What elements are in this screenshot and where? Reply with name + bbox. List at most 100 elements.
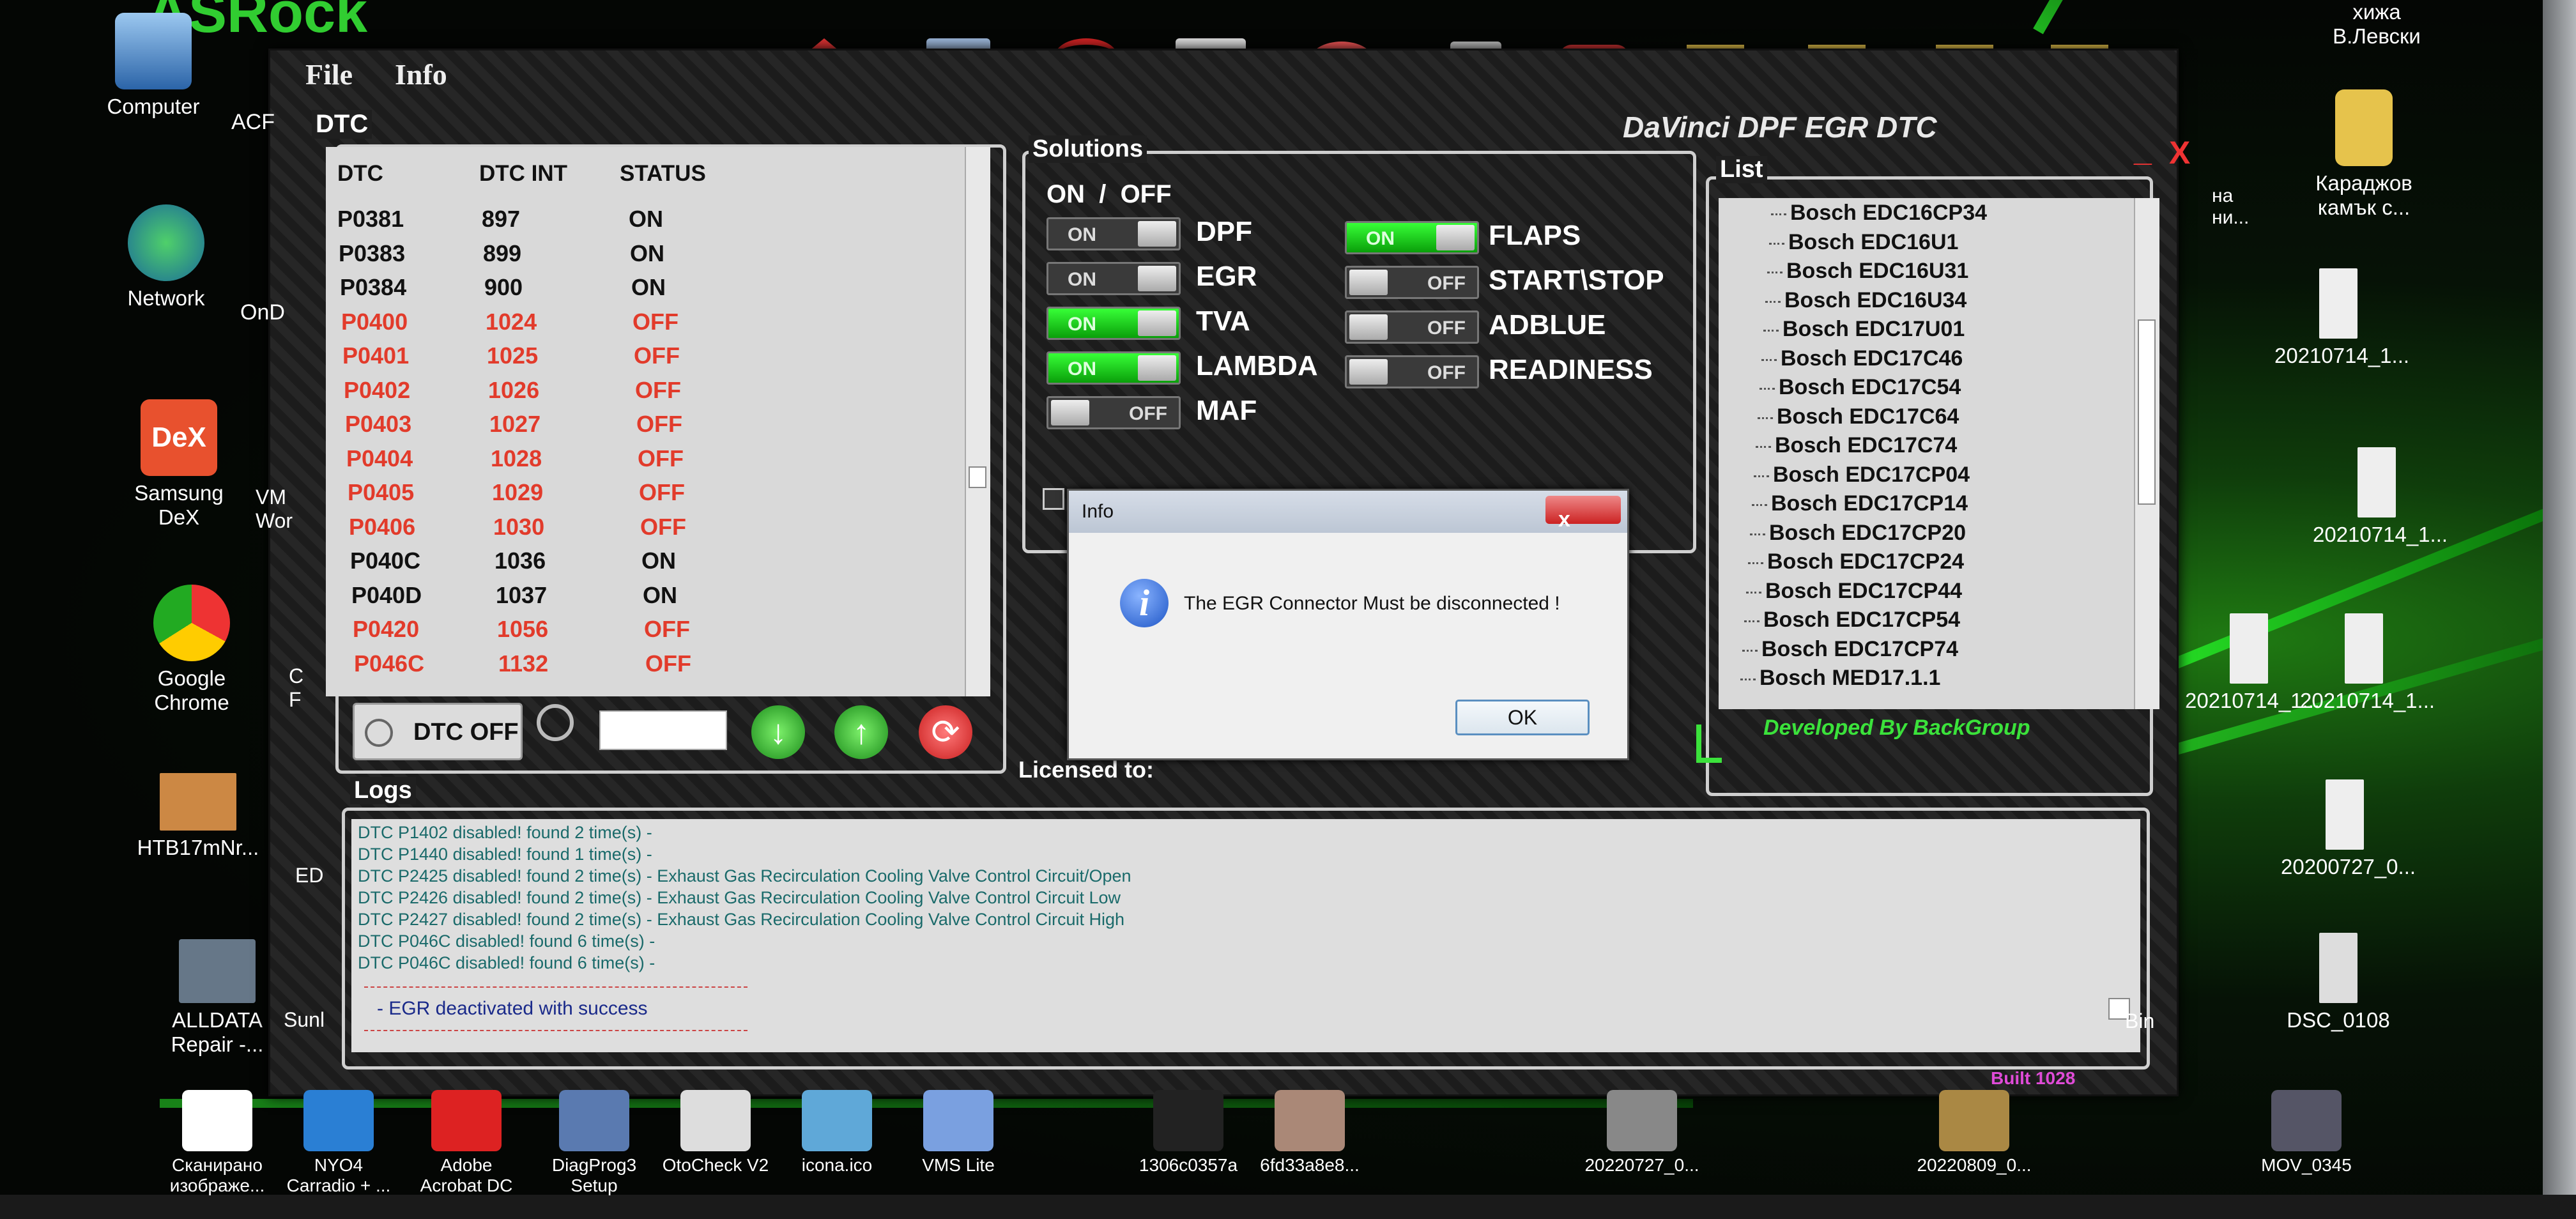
desktop-icon-htb17[interactable]: HTB17mNr... (134, 773, 262, 860)
dtc-row[interactable]: P0383 899 ON (326, 236, 965, 271)
desktop-icon-samsung-dex[interactable]: DeX Samsung DeX (115, 399, 243, 530)
shortcut-photo[interactable]: 20220809_0... (1917, 1090, 2032, 1176)
desktop-icon-dsc0108[interactable]: DSC_0108 (2274, 933, 2402, 1032)
desktop-icon-photo2[interactable]: 20210714_1... (2313, 447, 2448, 547)
shortcut-label: VMS Lite (922, 1155, 995, 1175)
desktop-icon-photo1[interactable]: 20210714_1... (2274, 268, 2409, 368)
col-dtc-int[interactable]: DTC INT (479, 161, 567, 187)
ecu-list-item[interactable]: Bosch EDC17C64 (1757, 404, 1959, 429)
list-scrollbar[interactable] (2134, 198, 2159, 709)
ecu-list-item[interactable]: Bosch EDC17CP04 (1753, 463, 1970, 487)
ecu-list-item[interactable]: Bosch EDC17CP74 (1742, 637, 1958, 662)
arrow-down-icon[interactable]: ↓ (751, 705, 805, 759)
toggle-tva[interactable]: ON (1046, 307, 1181, 340)
dtc-row[interactable]: P0400 1024 OFF (326, 305, 965, 339)
dtc-row[interactable]: P0420 1056 OFF (326, 612, 965, 647)
ecu-list-item[interactable]: Bosch EDC17C74 (1755, 433, 1957, 458)
desktop-icon-alldata[interactable]: ALLDATA Repair -... (153, 939, 281, 1057)
shortcut-vms[interactable]: VMS Lite (901, 1090, 1016, 1176)
dtc-row[interactable]: P0381 897 ON (326, 202, 965, 236)
shortcut-video[interactable]: MOV_0345 (2249, 1090, 2364, 1176)
dtc-row[interactable]: P040D 1037 ON (326, 578, 965, 613)
refresh-icon[interactable]: ⟳ (919, 705, 972, 759)
shortcut-chip-image[interactable]: 1306c0357a (1131, 1090, 1246, 1176)
ecu-list-item[interactable]: Bosch EDC17U01 (1763, 317, 1965, 342)
menu-file[interactable]: File (305, 57, 353, 91)
desktop-icon-photo3[interactable]: 20210714_1... (2185, 613, 2320, 713)
partial-label-na: на ни... (2212, 185, 2250, 228)
toggle-adblue[interactable]: OFF (1345, 310, 1479, 344)
shortcut-photo[interactable]: 6fd33a8e8... (1252, 1090, 1367, 1176)
ecu-list-item[interactable]: Bosch EDC16U31 (1767, 259, 1968, 284)
shortcut-photo[interactable]: 20220727_0... (1584, 1090, 1699, 1176)
ecu-list-item[interactable]: Bosch EDC16CP34 (1770, 201, 1987, 226)
desktop-icon-computer[interactable]: Computer (89, 13, 217, 119)
ecu-list-item[interactable]: Bosch EDC17CP24 (1747, 549, 1964, 574)
pdf-icon (182, 1090, 252, 1151)
dtc-int: 1028 (491, 445, 542, 471)
toggle-start-stop[interactable]: OFF (1345, 266, 1479, 299)
search-icon[interactable] (537, 704, 574, 741)
dtc-row[interactable]: P0406 1030 OFF (326, 510, 965, 544)
dialog-close-button[interactable]: x (1545, 496, 1621, 532)
ecu-list-item[interactable]: Bosch EDC17C46 (1761, 346, 1963, 371)
shortcut-otocheck[interactable]: OtoCheck V2 (658, 1090, 773, 1176)
shortcut-label: icona.ico (801, 1155, 873, 1175)
ecu-list-item[interactable]: Bosch EDC16U1 (1768, 230, 1958, 255)
dtc-scrollbar[interactable] (965, 147, 990, 696)
shortcut-pdf[interactable]: Сканирано изображе... (160, 1090, 275, 1196)
ecu-list-item[interactable]: Bosch EDC17CP20 (1749, 521, 1966, 546)
dtc-row[interactable]: P0404 1028 OFF (326, 441, 965, 476)
search-input[interactable] (599, 710, 727, 750)
toggle-lambda[interactable]: ON (1046, 351, 1181, 385)
ecu-list-item[interactable]: Bosch EDC17C54 (1759, 375, 1961, 400)
dtc-row[interactable]: P0403 1027 OFF (326, 407, 965, 441)
ecu-list-item[interactable]: Bosch MED17.1.1 (1740, 666, 1940, 691)
desktop-icon-chrome[interactable]: Google Chrome (128, 585, 256, 715)
desktop-icon-karadjov[interactable]: Караджов камък с... (2300, 89, 2428, 220)
desktop-icon-hija[interactable]: хижа В.Левски (2313, 0, 2441, 49)
close-button[interactable]: X (2169, 134, 2190, 171)
on-off-header: ON / OFF (1046, 180, 1172, 208)
arrow-up-icon[interactable]: ↑ (834, 705, 888, 759)
ecu-list-item[interactable]: Bosch EDC17CP54 (1744, 608, 1960, 632)
dtc-row[interactable]: P0384 900 ON (326, 270, 965, 305)
shortcut-n4[interactable]: NYO4 Carradio + ... (281, 1090, 396, 1196)
desktop-icon-photo4[interactable]: 20210714_1... (2300, 613, 2435, 713)
minimize-button[interactable]: _ (2134, 134, 2152, 166)
dtc-row[interactable]: P0402 1026 OFF (326, 373, 965, 408)
toggle-knob (1436, 225, 1475, 250)
option-checkbox[interactable] (1043, 488, 1064, 510)
log-separator (364, 1030, 747, 1031)
photo-icon (2345, 613, 2383, 684)
shortcut-ico-file[interactable]: icona.ico (779, 1090, 894, 1176)
toggle-maf[interactable]: OFF (1046, 396, 1181, 429)
dtc-row[interactable]: P0405 1029 OFF (326, 475, 965, 510)
dtc-row[interactable]: P040C 1036 ON (326, 544, 965, 578)
dtc-code: P0405 (348, 479, 415, 505)
col-dtc[interactable]: DTC (337, 161, 383, 187)
dtc-row[interactable]: P0401 1025 OFF (326, 339, 965, 373)
toggle-readiness[interactable]: OFF (1345, 355, 1479, 388)
desktop-icon-photo5[interactable]: 20200727_0... (2281, 779, 2416, 879)
dtc-status: ON (630, 240, 664, 266)
ecu-list-item[interactable]: Bosch EDC17CP14 (1751, 491, 1968, 516)
dtc-scroll-thumb[interactable] (969, 466, 986, 488)
ok-button[interactable]: OK (1455, 700, 1590, 735)
shortcut-acrobat[interactable]: Adobe Acrobat DC (409, 1090, 524, 1196)
partial-label-ond: OnD (240, 300, 285, 325)
shortcut-installer[interactable]: DiagProg3 Setup (537, 1090, 652, 1196)
toggle-egr[interactable]: ON (1046, 262, 1181, 295)
col-status[interactable]: STATUS (620, 161, 706, 187)
ecu-list-item[interactable]: Bosch EDC17CP44 (1745, 579, 1962, 604)
ecu-list-item[interactable]: Bosch EDC16U34 (1765, 288, 1966, 313)
menu-info[interactable]: Info (395, 57, 447, 91)
dtc-off-button[interactable]: DTC OFF (353, 703, 523, 760)
log-separator (364, 986, 747, 988)
partial-label-sunl: Sunl (284, 1008, 325, 1031)
toggle-dpf[interactable]: ON (1046, 217, 1181, 250)
toggle-flaps[interactable]: ON (1345, 221, 1479, 254)
dtc-row[interactable]: P046C 1132 OFF (326, 647, 965, 681)
desktop-icon-network[interactable]: Network (102, 204, 230, 310)
list-scroll-thumb[interactable] (2138, 319, 2156, 505)
